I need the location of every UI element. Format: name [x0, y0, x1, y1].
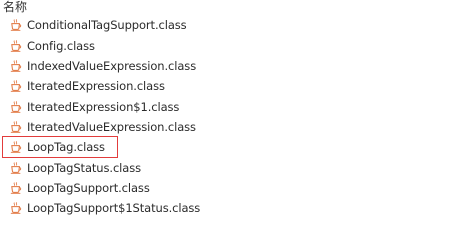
- column-header-name[interactable]: 名称: [3, 0, 27, 14]
- file-name: IteratedExpression$1.class: [27, 99, 180, 114]
- file-row[interactable]: ConditionalTagSupport.class: [0, 15, 474, 35]
- file-name: IteratedExpression.class: [27, 79, 165, 94]
- java-class-file-icon: [10, 39, 22, 52]
- file-row[interactable]: LoopTagStatus.class: [0, 157, 474, 177]
- java-class-file-icon: [10, 121, 22, 133]
- file-row[interactable]: IteratedValueExpression.class: [0, 117, 474, 137]
- java-class-file-icon: [10, 161, 22, 174]
- file-name: Config.class: [27, 38, 95, 53]
- file-row-highlighted[interactable]: LoopTag.class: [2, 136, 118, 159]
- file-name: ConditionalTagSupport.class: [27, 18, 187, 33]
- file-name: LoopTag.class: [27, 140, 105, 155]
- java-class-file-icon: [10, 60, 22, 72]
- java-class-file-icon: [10, 202, 22, 215]
- file-name: IndexedValueExpression.class: [27, 58, 197, 73]
- file-name: LoopTagSupport$1Status.class: [27, 201, 201, 216]
- file-row[interactable]: IteratedExpression.class: [0, 76, 474, 96]
- file-row[interactable]: Config.class: [0, 35, 474, 55]
- java-class-file-icon: [10, 182, 22, 194]
- file-row[interactable]: LoopTagSupport$1Status.class: [0, 198, 474, 218]
- file-row[interactable]: IndexedValueExpression.class: [0, 56, 474, 76]
- java-class-file-icon: [10, 19, 22, 31]
- file-name: IteratedValueExpression.class: [27, 119, 196, 134]
- file-row[interactable]: LoopTagSupport.class: [0, 178, 474, 198]
- file-name: LoopTagSupport.class: [27, 180, 150, 195]
- file-list: ConditionalTagSupport.class Config.class…: [0, 15, 474, 218]
- java-class-file-icon: [10, 80, 22, 92]
- file-name: LoopTagStatus.class: [27, 160, 141, 175]
- java-class-file-icon: [10, 100, 22, 113]
- file-row[interactable]: IteratedExpression$1.class: [0, 96, 474, 116]
- java-class-file-icon: [10, 141, 22, 153]
